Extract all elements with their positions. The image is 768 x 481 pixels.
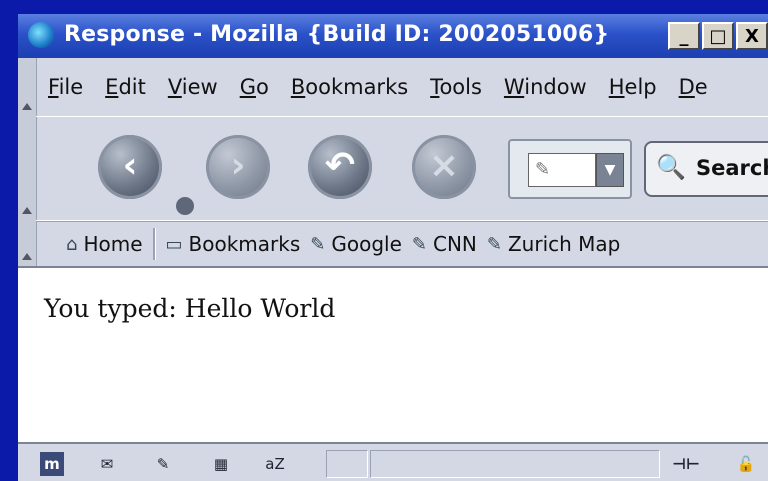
page-content: You typed: Hello World — [18, 266, 768, 444]
back-dropdown-icon[interactable] — [174, 195, 196, 217]
bookmark-icon: ✎ — [486, 233, 502, 255]
maximize-button[interactable]: □ — [702, 22, 734, 50]
folder-icon: ▭ — [165, 233, 183, 255]
url-input[interactable]: ✎ — [528, 153, 596, 187]
menu-help[interactable]: Help — [609, 75, 657, 99]
bookmarks-button[interactable]: ▭ Bookmarks — [166, 232, 301, 256]
reload-button[interactable]: ↶ — [308, 135, 372, 199]
close-button[interactable]: X — [736, 22, 768, 50]
bookmark-label: CNN — [432, 232, 477, 256]
menu-bar: File Edit View Go Bookmarks Tools Window… — [36, 58, 768, 116]
home-label: Home — [83, 232, 143, 256]
home-icon: ⌂ — [66, 233, 78, 255]
menu-window[interactable]: Window — [504, 75, 587, 99]
browser-window: Response - Mozilla {Build ID: 2002051006… — [0, 0, 768, 481]
navigator-icon[interactable]: m — [40, 452, 64, 476]
window-controls: _ □ X — [668, 22, 768, 50]
title-bar[interactable]: Response - Mozilla {Build ID: 2002051006… — [18, 14, 768, 58]
response-text: You typed: Hello World — [44, 294, 336, 323]
chatzilla-icon[interactable]: aZ — [258, 452, 292, 476]
online-status-icon[interactable]: ⊣⊢ — [658, 452, 714, 476]
home-button[interactable]: ⌂ Home — [66, 232, 143, 256]
menu-bookmarks[interactable]: Bookmarks — [291, 75, 408, 99]
grip-arrow-icon — [22, 207, 32, 214]
menubar-grip[interactable] — [18, 58, 37, 116]
bookmark-label: Zurich Map — [507, 232, 621, 256]
bookmark-label: Google — [331, 232, 402, 256]
composer-icon[interactable]: ✎ — [148, 452, 178, 476]
forward-arrow-icon: › — [230, 145, 246, 186]
menu-go[interactable]: Go — [240, 75, 269, 99]
status-panel — [326, 450, 368, 478]
back-arrow-icon: ‹ — [122, 145, 138, 186]
security-lock-icon[interactable]: 🔓 — [728, 452, 764, 476]
search-button-label: Search — [696, 156, 768, 180]
navbar-grip[interactable] — [18, 116, 37, 220]
menu-file[interactable]: File — [48, 75, 83, 99]
browser-chrome: File Edit View Go Bookmarks Tools Window… — [18, 58, 768, 266]
bookmark-google[interactable]: ✎ Google — [310, 232, 402, 256]
search-button[interactable]: 🔍 Search — [644, 141, 768, 197]
toolbar-separator — [152, 228, 156, 260]
bookmark-icon: ✎ — [310, 233, 326, 255]
menu-edit[interactable]: Edit — [105, 75, 146, 99]
search-icon: 🔍 — [656, 153, 686, 181]
navigation-toolbar: ‹ › ↶ × ✎ ▼ 🔍 Search — [36, 116, 768, 222]
mail-icon[interactable]: ✉ — [92, 452, 122, 476]
back-button[interactable]: ‹ — [98, 135, 162, 199]
personal-toolbar: ⌂ Home ▭ Bookmarks ✎ Google ✎ CNN ✎ Zuri… — [36, 220, 768, 267]
grip-arrow-icon — [22, 253, 32, 260]
personalbar-grip[interactable] — [18, 220, 37, 266]
bookmark-cnn[interactable]: ✎ CNN — [412, 232, 477, 256]
url-bar: ✎ ▼ — [508, 139, 632, 199]
status-bar: m ✉ ✎ ▦ aZ ⊣⊢ 🔓 — [18, 442, 768, 481]
minimize-button[interactable]: _ — [668, 22, 700, 50]
stop-button[interactable]: × — [412, 135, 476, 199]
bookmarks-label: Bookmarks — [188, 232, 301, 256]
bookmark-zurich-map[interactable]: ✎ Zurich Map — [487, 232, 621, 256]
window-title: Response - Mozilla {Build ID: 2002051006… — [64, 22, 610, 47]
reload-icon: ↶ — [324, 145, 356, 186]
stop-icon: × — [428, 145, 460, 186]
url-dropdown-button[interactable]: ▼ — [596, 153, 624, 187]
status-message-panel — [370, 450, 660, 478]
forward-button[interactable]: › — [206, 135, 270, 199]
menu-tools[interactable]: Tools — [430, 75, 482, 99]
grip-arrow-icon — [22, 103, 32, 110]
bookmark-icon: ✎ — [411, 233, 427, 255]
menu-debug[interactable]: De — [679, 75, 708, 99]
mozilla-icon[interactable] — [28, 22, 54, 48]
addressbook-icon[interactable]: ▦ — [206, 452, 236, 476]
menu-view[interactable]: View — [168, 75, 218, 99]
